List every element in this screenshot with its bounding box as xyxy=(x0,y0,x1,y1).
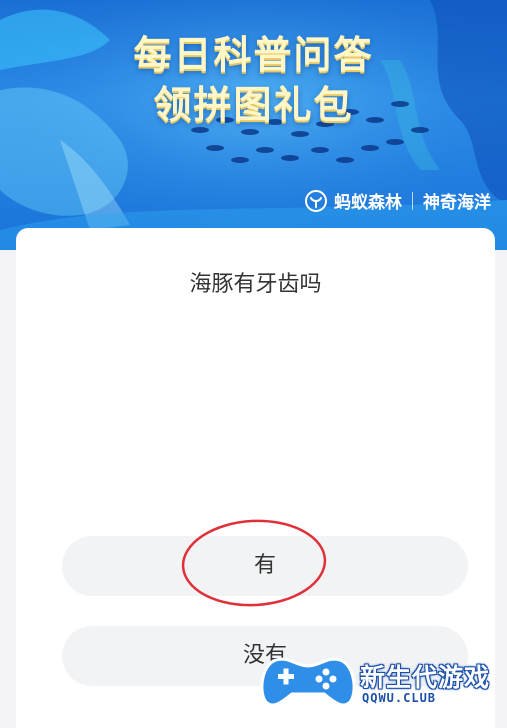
banner-title-line1: 每日科普问答 xyxy=(133,33,374,77)
brand-divider xyxy=(412,191,413,210)
brand-row: 蚂蚁森林 神奇海洋 xyxy=(304,188,491,213)
banner-title-line2: 领拼图礼包 xyxy=(153,83,354,127)
brand-secondary-label: 神奇海洋 xyxy=(423,193,491,213)
watermark-url: QQWU.CLUB xyxy=(362,691,437,705)
answer-option-yes[interactable]: 有 xyxy=(62,536,468,596)
gamepad-icon xyxy=(260,657,356,707)
ant-forest-icon xyxy=(304,189,328,213)
question-text: 海豚有牙齿吗 xyxy=(189,272,322,297)
watermark-name: 新生代游戏 xyxy=(360,663,491,692)
banner: 每日科普问答 领拼图礼包 蚂蚁森林 神奇海洋 xyxy=(0,0,507,250)
brand-primary-label: 蚂蚁森林 xyxy=(334,193,402,213)
watermark: 新生代游戏 QQWU.CLUB xyxy=(258,652,507,711)
